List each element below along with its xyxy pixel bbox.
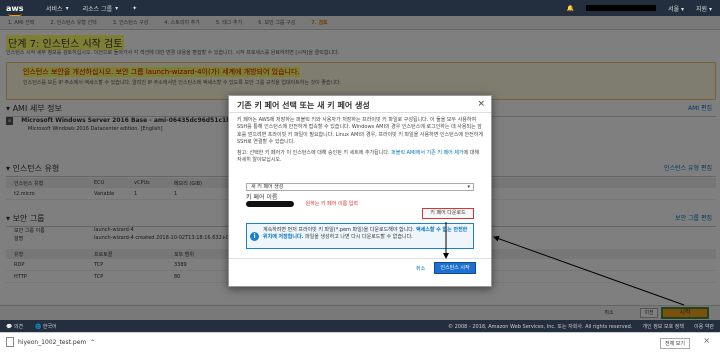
chevron-down-icon: ▾ [65,4,69,12]
modal-footer: 취소 인스턴스 시작 [229,258,491,286]
terms-link[interactable]: 이용 약관 [694,323,714,330]
services-label: 서비스 [46,5,63,13]
select-value: 새 키 페어 생성 [251,184,284,190]
show-all-button[interactable]: 전체 보기 [660,338,690,349]
resource-groups-label: 리소스 그룹 [82,5,113,13]
modal-description: 키 페어는 AWS에 저장하는 퍼블릭 키와 사용자가 저장하는 프라이빗 키 … [237,117,483,145]
info-suffix: 파일을 생성하고 나면 다시 다운로드할 수 없습니다. [305,234,413,240]
footer: 💬 의견 🌐 한국어 © 2008 - 2018, Amazon Web Ser… [0,320,720,332]
chevron-down-icon: ▾ [467,184,470,190]
remove-keypair-link[interactable]: 퍼블릭 AMI에서 기존 키 페어 제거 [391,150,463,156]
chevron-down-icon: ▾ [115,4,119,12]
bell-icon[interactable]: 🔔 [567,5,574,12]
modal-header: 기존 키 페어 선택 또는 새 키 페어 생성 × [229,96,491,113]
resource-groups-menu[interactable]: 리소스 그룹 ▾ [83,4,119,13]
close-icon[interactable]: × [477,99,485,109]
download-bar: hiyeon_1002_test.pem ⌃ 전체 보기 × [0,332,720,352]
keypair-modal: 기존 키 페어 선택 또는 새 키 페어 생성 × 키 페어는 AWS에 저장하… [228,95,492,287]
keypair-option-select[interactable]: 새 키 페어 생성 ▾ [246,183,474,191]
top-nav: aws 서비스 ▾ 리소스 그룹 ▾ ✦ 🔔 서울 ▾ 지원 ▾ [0,0,720,16]
info-prefix: 계속하려면 먼저 프라이빗 키 파일 [263,227,334,233]
services-menu[interactable]: 서비스 ▾ [46,4,69,13]
close-icon[interactable]: × [703,336,710,345]
note-prefix: 참고: 선택한 키 페어가 이 인스턴스에 대해 승인된 키 세트에 추가됩니다… [237,150,390,156]
modal-cancel-button[interactable]: 취소 [416,265,425,272]
region-menu[interactable]: 서울 ▾ [668,4,684,13]
download-filename: hiyeon_1002_test.pem [18,338,87,346]
modal-body: 키 페어는 AWS에 저장하는 퍼블릭 키와 사용자가 저장하는 프라이빗 키 … [229,113,491,169]
keypair-hint: 원하는 키 페어 이름 입력 [305,201,358,207]
info-mid: 을 다운로드해야 합니다. [363,227,415,233]
language-label: 한국어 [42,323,57,330]
aws-logo[interactable]: aws [6,3,46,16]
language-selector[interactable]: 🌐 한국어 [35,323,57,330]
redacted-keypair-name [246,200,294,207]
account-redacted[interactable] [586,5,657,11]
info-file: (*.pem 파일) [333,227,364,233]
support-label: 지원 [696,5,708,13]
aws-logo-text: aws [6,3,24,13]
copyright: © 2008 - 2018, Amazon Web Services, Inc.… [448,323,633,330]
feedback-link[interactable]: 💬 의견 [6,323,23,330]
region-label: 서울 [668,5,680,13]
modal-title: 기존 키 페어 선택 또는 새 키 페어 생성 [237,101,370,110]
keypair-name-input[interactable]: 원하는 키 페어 이름 입력 [246,200,396,208]
modal-note: 참고: 선택한 키 페어가 이 인스턴스에 대해 승인된 키 세트에 추가됩니다… [237,150,483,165]
chevron-up-icon[interactable]: ⌃ [90,339,95,346]
download-item[interactable]: hiyeon_1002_test.pem ⌃ [6,337,95,347]
feedback-label: 의견 [13,323,24,330]
file-icon [6,337,14,347]
info-box: i 계속하려면 먼저 프라이빗 키 파일(*.pem 파일)을 다운로드해야 합… [246,223,474,249]
download-keypair-button[interactable]: 키 페어 다운로드 [422,208,474,219]
info-icon: i [250,232,259,241]
pin-icon[interactable]: ✦ [132,5,137,12]
privacy-link[interactable]: 개인 정보 보호 정책 [642,323,684,330]
support-menu[interactable]: 지원 ▾ [696,4,712,13]
launch-instance-button[interactable]: 인스턴스 시작 [434,262,476,274]
